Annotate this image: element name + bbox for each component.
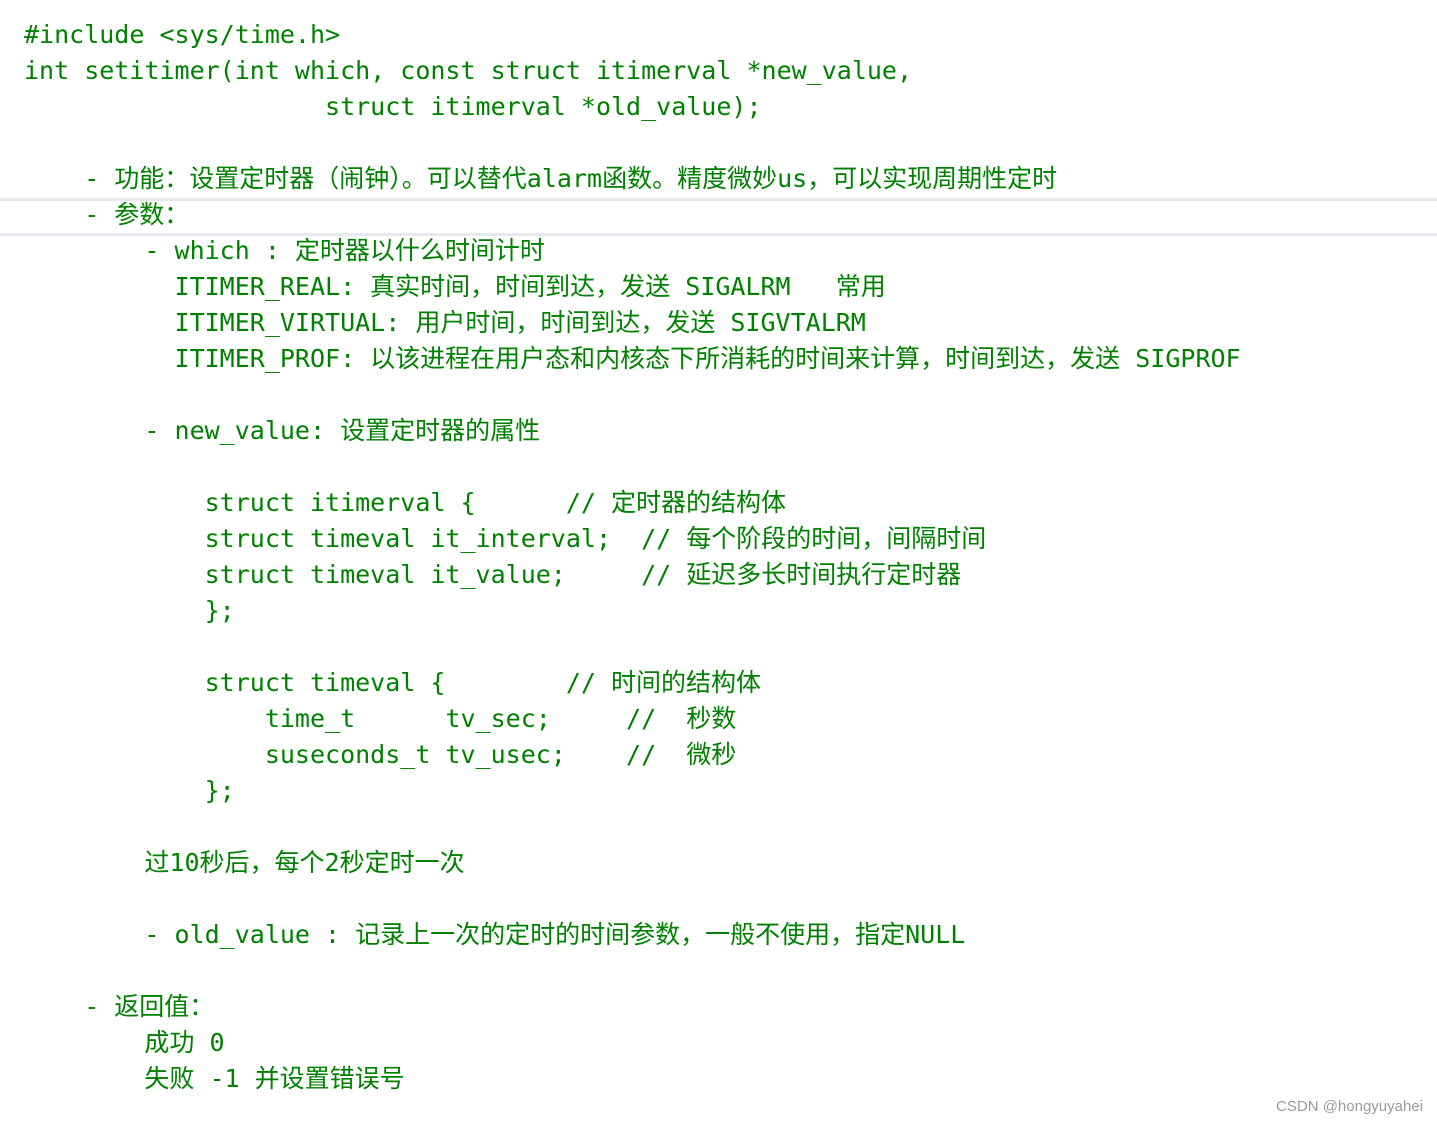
code-line: struct itimerval { // 定时器的结构体 (24, 488, 787, 517)
code-editor[interactable]: #include <sys/time.h> int setitimer(int w… (24, 17, 1241, 1097)
code-line: }; (24, 596, 235, 625)
code-line: ITIMER_REAL: 真实时间，时间到达，发送 SIGALRM 常用 (24, 272, 886, 301)
code-line: 成功 0 (24, 1028, 225, 1057)
code-line: - old_value : 记录上一次的定时的时间参数，一般不使用，指定NULL (24, 920, 966, 949)
code-line: - 功能：设置定时器（闹钟）。可以替代alarm函数。精度微妙us，可以实现周期… (24, 164, 1058, 193)
code-line: }; (24, 776, 235, 805)
code-line: ITIMER_VIRTUAL: 用户时间，时间到达，发送 SIGVTALRM (24, 308, 866, 337)
code-line: struct timeval it_value; // 延迟多长时间执行定时器 (24, 560, 962, 589)
code-line: - new_value: 设置定时器的属性 (24, 416, 541, 445)
code-line: struct timeval it_interval; // 每个阶段的时间，间… (24, 524, 987, 553)
code-line: - 参数： (24, 200, 190, 229)
code-line: int setitimer(int which, const struct it… (24, 56, 913, 85)
code-line: - 返回值： (24, 992, 215, 1021)
code-line: #include <sys/time.h> (24, 20, 341, 49)
code-line: struct itimerval *old_value); (24, 92, 762, 121)
code-line: 过10秒后，每个2秒定时一次 (24, 848, 465, 877)
code-line: time_t tv_sec; // 秒数 (24, 704, 737, 733)
code-line: - which : 定时器以什么时间计时 (24, 236, 545, 265)
code-line: suseconds_t tv_usec; // 微秒 (24, 740, 737, 769)
watermark: CSDN @hongyuyahei (1276, 1098, 1423, 1115)
code-line: ITIMER_PROF: 以该进程在用户态和内核态下所消耗的时间来计算，时间到达… (24, 344, 1241, 373)
code-line: 失败 -1 并设置错误号 (24, 1064, 405, 1093)
code-line: struct timeval { // 时间的结构体 (24, 668, 762, 697)
